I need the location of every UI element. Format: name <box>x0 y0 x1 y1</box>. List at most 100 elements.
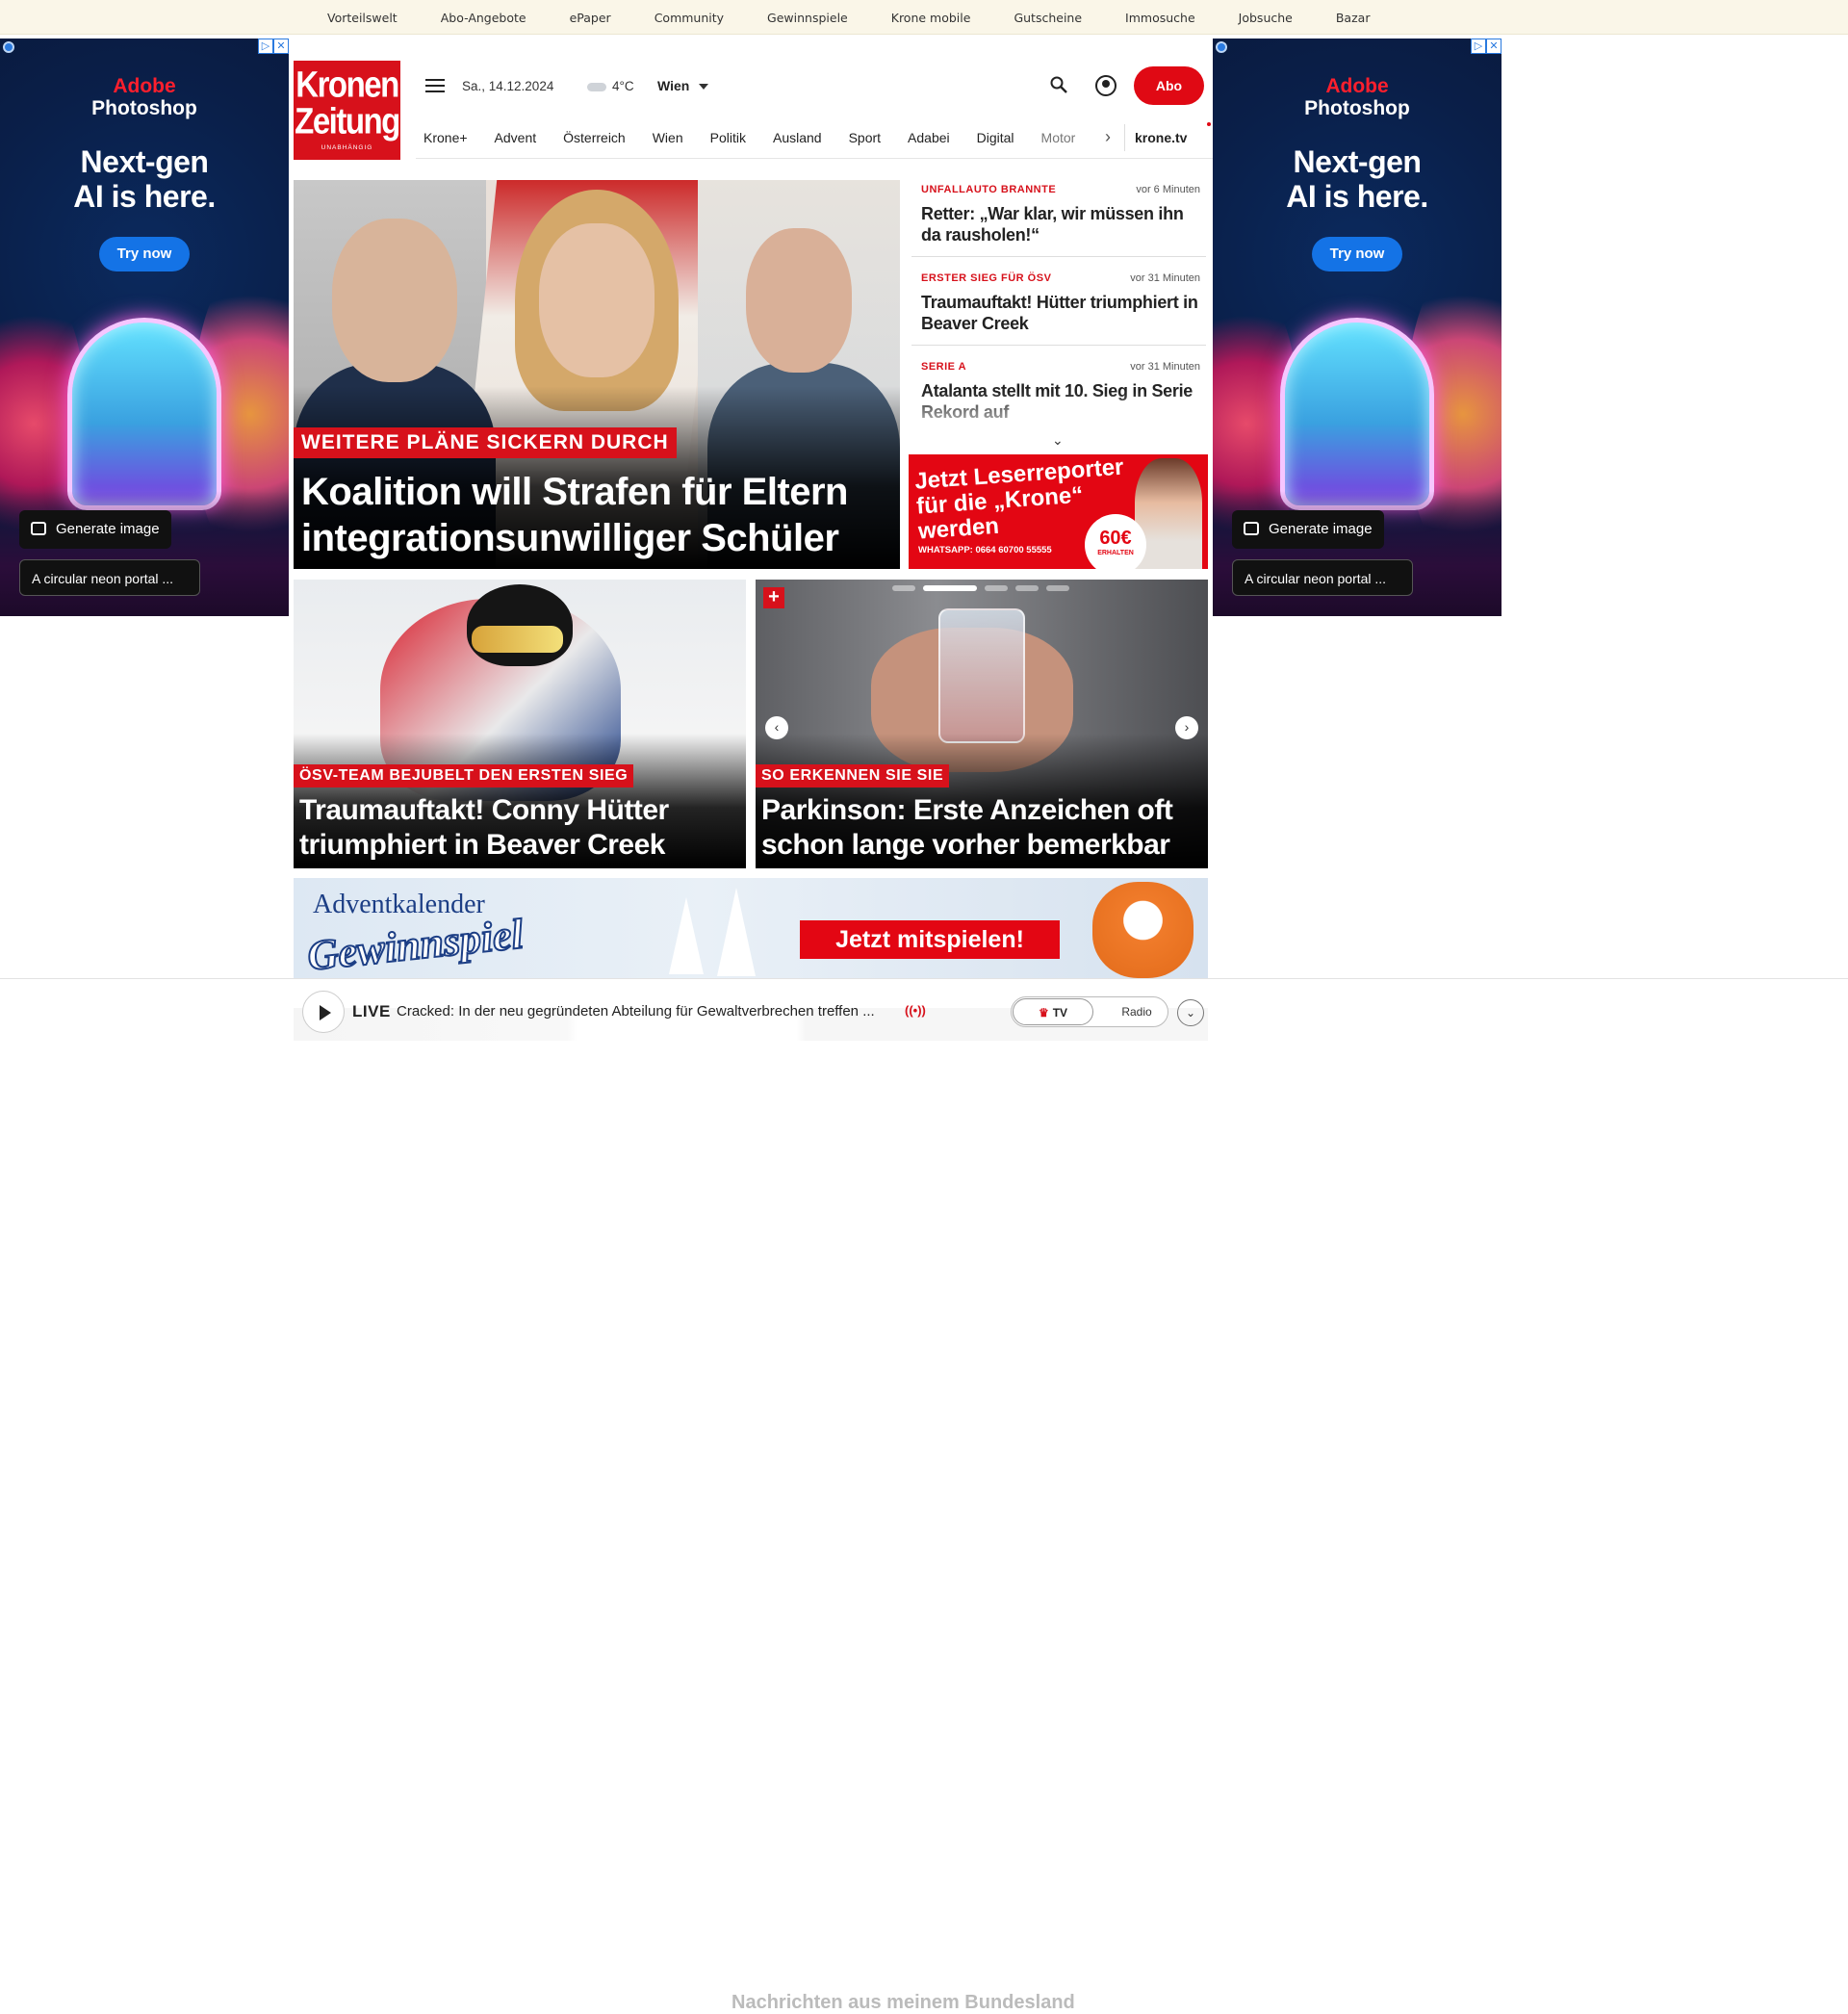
main-navigation: Krone+ Advent Österreich Wien Politik Au… <box>416 116 1213 159</box>
fox-mascot-image <box>1092 882 1194 978</box>
user-icon[interactable] <box>1095 75 1116 96</box>
slider-dot[interactable] <box>892 585 915 591</box>
radio-option[interactable]: Radio <box>1113 997 1161 1026</box>
current-date: Sa., 14.12.2024 <box>462 79 554 93</box>
slider-pagination <box>892 585 1069 591</box>
city-selector[interactable]: Wien <box>657 78 709 93</box>
ticker-category: SERIE A <box>921 361 967 373</box>
nav-item-ausland[interactable]: Ausland <box>773 130 822 145</box>
live-dot-indicator <box>1207 122 1211 126</box>
service-link-krone-mobile[interactable]: Krone mobile <box>891 11 971 25</box>
ad-headline-line2: AI is here. <box>73 179 216 214</box>
service-link-epaper[interactable]: ePaper <box>570 11 611 25</box>
leserreporter-banner[interactable]: Jetzt Leserreporter für die „Krone“ werd… <box>909 454 1208 569</box>
adchoices[interactable]: ▷ ✕ <box>1471 39 1502 54</box>
service-link-gewinnspiele[interactable]: Gewinnspiele <box>767 11 848 25</box>
krone-plus-badge: + <box>763 587 784 608</box>
neon-portal-image <box>67 318 221 510</box>
try-now-button[interactable]: Try now <box>99 237 190 271</box>
logo-tagline: UNABHÄNGIG <box>321 144 373 151</box>
service-link-vorteilswelt[interactable]: Vorteilswelt <box>327 11 398 25</box>
ad-info-icon[interactable] <box>3 41 14 53</box>
try-now-button[interactable]: Try now <box>1312 237 1402 271</box>
nav-item-oesterreich[interactable]: Österreich <box>563 130 626 145</box>
tv-option[interactable]: ♛ TV <box>1013 998 1093 1025</box>
card-title[interactable]: Traumauftakt! Conny Hütter triumphiert i… <box>299 793 742 863</box>
nav-item-digital[interactable]: Digital <box>977 130 1014 145</box>
chevron-left-icon[interactable]: ‹ <box>765 716 788 739</box>
person-face <box>746 228 852 373</box>
neon-portal-image <box>1280 318 1434 510</box>
nav-item-advent[interactable]: Advent <box>495 130 537 145</box>
nav-item-sport[interactable]: Sport <box>849 130 881 145</box>
ad-brand-line1: Adobe <box>113 75 176 97</box>
kronen-zeitung-logo[interactable]: Kronen Zeitung UNABHÄNGIG <box>294 61 400 160</box>
close-icon[interactable]: ✕ <box>1486 39 1502 54</box>
nav-item-adabei[interactable]: Adabei <box>908 130 950 145</box>
story-card[interactable]: ÖSV-TEAM BEJUBELT DEN ERSTEN SIEG Trauma… <box>294 580 746 868</box>
chevron-right-icon[interactable]: › <box>1175 716 1198 739</box>
logo-line2: Zeitung <box>295 100 400 142</box>
broadcast-icon: ((•)) <box>905 1003 926 1018</box>
hero-title[interactable]: Koalition will Strafen für Eltern integr… <box>301 469 893 561</box>
person-face <box>332 219 457 382</box>
nav-item-krone-plus[interactable]: Krone+ <box>424 130 468 145</box>
tree-icon <box>717 888 756 976</box>
tree-icon <box>669 897 704 974</box>
play-icon[interactable]: ▷ <box>1471 39 1486 54</box>
ad-headline-line2: AI is here. <box>1286 179 1428 214</box>
ticker-category: UNFALLAUTO BRANNTE <box>921 184 1057 195</box>
ticker-headline[interactable]: Retter: „War klar, wir müssen ihn da rau… <box>921 203 1200 245</box>
promo-badge-amount: 60€ <box>1099 528 1132 549</box>
service-link-abo-angebote[interactable]: Abo-Angebote <box>441 11 526 25</box>
service-link-bazar[interactable]: Bazar <box>1336 11 1371 25</box>
weather-widget[interactable]: 4°C <box>587 79 634 93</box>
menu-icon[interactable] <box>425 79 445 94</box>
ad-headline-line1: Next-gen <box>80 144 209 179</box>
abo-button[interactable]: Abo <box>1134 66 1204 105</box>
image-icon <box>31 522 46 535</box>
play-icon[interactable]: ▷ <box>258 39 273 54</box>
tv-radio-toggle[interactable]: ♛ TV Radio <box>1011 996 1168 1027</box>
service-link-jobsuche[interactable]: Jobsuche <box>1239 11 1293 25</box>
play-button[interactable] <box>302 991 345 1033</box>
ad-skyscraper-left[interactable]: ▷ ✕ Adobe Photoshop Next-gen AI is here.… <box>0 39 289 616</box>
chevron-right-icon[interactable]: › <box>1105 127 1124 147</box>
ad-info-icon[interactable] <box>1216 41 1227 53</box>
generate-image-button[interactable]: Generate image <box>19 510 171 549</box>
search-icon[interactable] <box>1050 76 1067 93</box>
ad-skyscraper-right[interactable]: ▷ ✕ Adobe Photoshop Next-gen AI is here.… <box>1213 39 1502 616</box>
chevron-down-icon[interactable]: ⌄ <box>1177 999 1204 1026</box>
slider-dot[interactable] <box>985 585 1008 591</box>
card-title[interactable]: Parkinson: Erste Anzeichen oft schon lan… <box>761 793 1204 863</box>
slider-dot-active[interactable] <box>923 585 977 591</box>
generate-image-button[interactable]: Generate image <box>1232 510 1384 549</box>
cloud-icon <box>587 82 606 91</box>
adchoices[interactable]: ▷ ✕ <box>258 39 289 54</box>
prompt-input[interactable]: A circular neon portal ... <box>19 559 200 596</box>
slider-dot[interactable] <box>1015 585 1039 591</box>
card-kicker: SO ERKENNEN SIE SIE <box>756 764 950 788</box>
ticker-item[interactable]: ERSTER SIEG FÜR ÖSV vor 31 Minuten Traum… <box>911 269 1206 346</box>
service-link-community[interactable]: Community <box>654 11 724 25</box>
ticker-headline[interactable]: Traumauftakt! Hütter triumphiert in Beav… <box>921 292 1200 334</box>
ticker-category: ERSTER SIEG FÜR ÖSV <box>921 272 1052 284</box>
chevron-down-icon[interactable]: ⌄ <box>1052 432 1064 449</box>
nav-item-wien[interactable]: Wien <box>653 130 683 145</box>
advent-calendar-banner[interactable]: Adventkalender Gewinnspiel Jetzt mitspie… <box>294 878 1208 980</box>
service-link-gutscheine[interactable]: Gutscheine <box>1014 11 1082 25</box>
nav-item-motor[interactable]: Motor <box>1041 130 1076 145</box>
mitspielen-button[interactable]: Jetzt mitspielen! <box>800 920 1060 959</box>
promo-badge: 60€ ERHALTEN <box>1085 514 1146 569</box>
story-slider-card[interactable]: + ‹ › SO ERKENNEN SIE SIE Parkinson: Ers… <box>756 580 1208 868</box>
prompt-input[interactable]: A circular neon portal ... <box>1232 559 1413 596</box>
close-icon[interactable]: ✕ <box>273 39 289 54</box>
promo-whatsapp: WHATSAPP: 0664 60700 55555 <box>918 545 1052 555</box>
now-playing-text[interactable]: Cracked: In der neu gegründeten Abteilun… <box>397 1003 897 1020</box>
service-link-immosuche[interactable]: Immosuche <box>1125 11 1195 25</box>
nav-item-krone-tv[interactable]: krone.tv <box>1124 123 1187 151</box>
hero-story[interactable]: WEITERE PLÄNE SICKERN DURCH Koalition wi… <box>294 180 900 569</box>
nav-item-politik[interactable]: Politik <box>710 130 746 145</box>
ticker-item[interactable]: UNFALLAUTO BRANNTE vor 6 Minuten Retter:… <box>911 180 1206 257</box>
slider-dot[interactable] <box>1046 585 1069 591</box>
